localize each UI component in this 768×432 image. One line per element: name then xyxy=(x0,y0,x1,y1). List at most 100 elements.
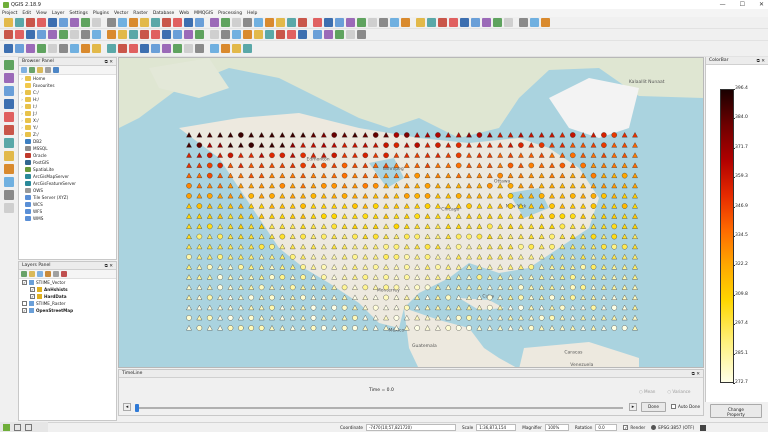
tool-icon[interactable] xyxy=(335,30,344,39)
tool-icon[interactable] xyxy=(232,18,241,27)
menu-web[interactable]: Web xyxy=(179,11,189,16)
menu-project[interactable]: Project xyxy=(2,11,17,16)
tool-icon[interactable] xyxy=(26,44,35,53)
layer-visibility-checkbox[interactable]: ✓ xyxy=(30,294,35,299)
tool-icon[interactable] xyxy=(48,18,57,27)
tool-icon[interactable] xyxy=(232,44,241,53)
browser-item[interactable]: WMS xyxy=(19,215,116,222)
panel-close-icon[interactable]: ⧉ ✕ xyxy=(105,59,113,65)
tool-icon[interactable] xyxy=(438,18,447,27)
menu-mmqgis[interactable]: MMQGIS xyxy=(194,11,213,16)
tool-icon[interactable] xyxy=(118,18,127,27)
tool-icon[interactable] xyxy=(4,18,13,27)
tool-icon[interactable] xyxy=(210,30,219,39)
auto-done-checkbox[interactable]: Auto Done xyxy=(671,404,700,409)
tool-icon[interactable] xyxy=(313,18,322,27)
tool-icon[interactable] xyxy=(195,30,204,39)
menu-settings[interactable]: Settings xyxy=(69,11,87,16)
browser-item[interactable]: WFS xyxy=(19,208,116,215)
tool-icon[interactable] xyxy=(140,18,149,27)
step-forward-button[interactable]: ▸ xyxy=(629,403,637,411)
messages-icon[interactable] xyxy=(700,424,707,431)
tool-icon[interactable] xyxy=(59,44,68,53)
tool-icon[interactable] xyxy=(173,30,182,39)
tool-icon[interactable] xyxy=(324,30,333,39)
add-layer-icon[interactable] xyxy=(3,177,14,187)
tool-icon[interactable] xyxy=(129,18,138,27)
layer-visibility-checkbox[interactable] xyxy=(22,301,27,306)
tool-icon[interactable] xyxy=(276,18,285,27)
tool-icon[interactable] xyxy=(59,30,68,39)
menu-database[interactable]: Database xyxy=(153,11,174,16)
tool-icon[interactable] xyxy=(221,30,230,39)
mean-radio[interactable]: ○ Mean xyxy=(639,389,655,394)
tool-icon[interactable] xyxy=(313,30,322,39)
browser-item[interactable]: › H:/ xyxy=(19,96,116,103)
tool-icon[interactable] xyxy=(107,44,116,53)
remove-layer-icon[interactable] xyxy=(61,271,67,277)
minimize-button[interactable]: — xyxy=(720,1,726,8)
tool-icon[interactable] xyxy=(357,18,366,27)
variance-radio[interactable]: ○ Variance xyxy=(667,389,690,394)
tool-icon[interactable] xyxy=(324,18,333,27)
tool-icon[interactable] xyxy=(449,18,458,27)
browser-item[interactable]: ArcGisMapServer xyxy=(19,173,116,180)
tool-icon[interactable] xyxy=(15,44,24,53)
tool-icon[interactable] xyxy=(221,44,230,53)
add-layer-icon[interactable] xyxy=(3,138,14,148)
tool-icon[interactable] xyxy=(118,30,127,39)
add-layer-icon[interactable] xyxy=(3,112,14,122)
tool-icon[interactable] xyxy=(298,30,307,39)
menu-layer[interactable]: Layer xyxy=(52,11,65,16)
browser-item[interactable]: WCS xyxy=(19,201,116,208)
tool-icon[interactable] xyxy=(118,44,127,53)
add-layer-icon[interactable] xyxy=(3,164,14,174)
add-layer-icon[interactable] xyxy=(3,86,14,96)
tool-icon[interactable] xyxy=(504,18,513,27)
tool-icon[interactable] xyxy=(243,18,252,27)
magnifier-field[interactable]: 100% xyxy=(544,424,569,431)
tool-icon[interactable] xyxy=(541,18,550,27)
menu-processing[interactable]: Processing xyxy=(218,11,242,16)
tool-icon[interactable] xyxy=(140,30,149,39)
add-layer-icon[interactable] xyxy=(3,203,14,213)
add-group-icon[interactable] xyxy=(29,271,35,277)
tool-icon[interactable] xyxy=(37,18,46,27)
tool-icon[interactable] xyxy=(184,18,193,27)
browser-item[interactable]: › C:/ xyxy=(19,89,116,96)
layer-visibility-checkbox[interactable]: ✓ xyxy=(30,287,35,292)
tool-icon[interactable] xyxy=(48,30,57,39)
tool-icon[interactable] xyxy=(184,44,193,53)
tool-icon[interactable] xyxy=(221,18,230,27)
layer-item[interactable]: ✓ HardData xyxy=(19,293,116,300)
panel-close-icon[interactable]: ⧉ ✕ xyxy=(105,263,113,269)
browser-item[interactable]: › I:/ xyxy=(19,103,116,110)
tool-icon[interactable] xyxy=(379,18,388,27)
scale-field[interactable]: 1:36,873,154 xyxy=(476,424,517,431)
add-selected-icon[interactable] xyxy=(21,67,27,73)
tool-icon[interactable] xyxy=(151,44,160,53)
coordinate-field[interactable]: -7470(10;57,821720) xyxy=(365,424,456,431)
tool-icon[interactable] xyxy=(37,44,46,53)
panel-close-icon[interactable]: ⧉ ✕ xyxy=(692,371,700,377)
add-layer-icon[interactable] xyxy=(3,151,14,161)
tool-icon[interactable] xyxy=(107,18,116,27)
tool-icon[interactable] xyxy=(81,30,90,39)
rotation-field[interactable]: 0.0 xyxy=(595,424,618,431)
tool-icon[interactable] xyxy=(173,44,182,53)
browser-item[interactable]: › Y:/ xyxy=(19,124,116,131)
tool-icon[interactable] xyxy=(162,18,171,27)
close-button[interactable]: ✕ xyxy=(759,1,764,8)
tool-icon[interactable] xyxy=(151,30,160,39)
menu-plugins[interactable]: Plugins xyxy=(93,11,109,16)
layer-visibility-checkbox[interactable]: ✓ xyxy=(22,308,27,313)
add-layer-icon[interactable] xyxy=(3,60,14,70)
tool-icon[interactable] xyxy=(298,18,307,27)
layer-visibility-checkbox[interactable]: ✓ xyxy=(22,280,27,285)
menu-view[interactable]: View xyxy=(36,11,47,16)
tool-icon[interactable] xyxy=(129,44,138,53)
browser-item[interactable]: MSSQL xyxy=(19,145,116,152)
tool-icon[interactable] xyxy=(4,30,13,39)
expand-icon[interactable] xyxy=(53,271,59,277)
tool-icon[interactable] xyxy=(195,44,204,53)
